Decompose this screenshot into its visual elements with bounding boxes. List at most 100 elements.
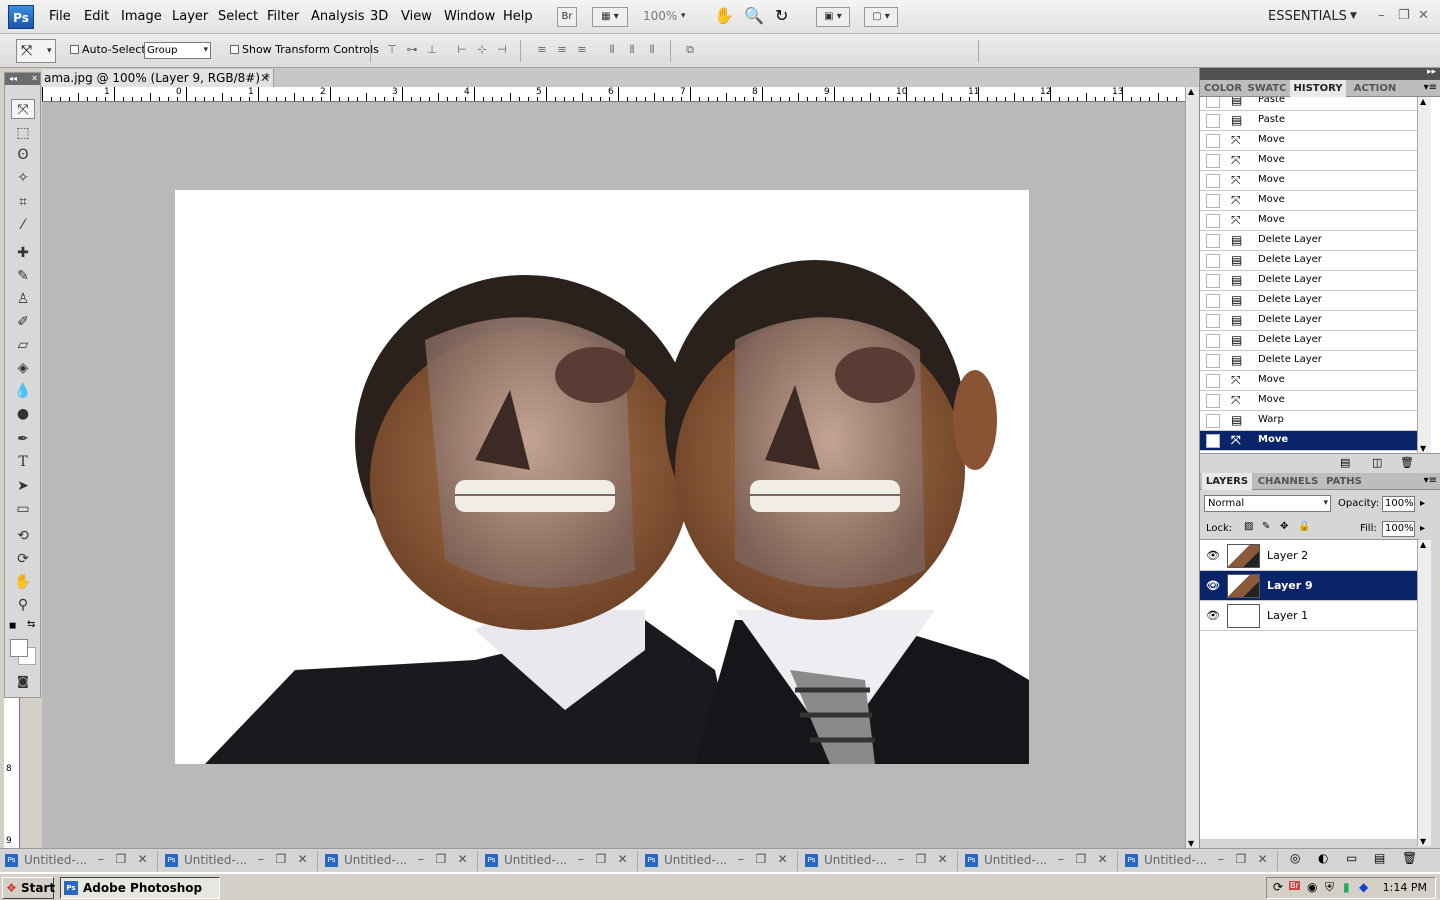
history-source-checkbox[interactable]	[1206, 434, 1220, 448]
3d-orbit-tool[interactable]: ⟳	[11, 549, 35, 569]
align-bottom-icon[interactable]: ⊥	[424, 43, 440, 57]
history-source-checkbox[interactable]	[1206, 214, 1220, 228]
document-canvas[interactable]	[175, 190, 1029, 764]
history-source-checkbox[interactable]	[1206, 334, 1220, 348]
workspace-dropdown-icon[interactable]: ▼	[1350, 11, 1357, 21]
swap-colors-icon[interactable]: ⇆	[27, 619, 35, 630]
zoom-tool[interactable]: ⚲	[11, 595, 35, 615]
distribute-hcenter-icon[interactable]: ⫴	[624, 43, 640, 57]
lasso-tool[interactable]: ʘ	[11, 145, 35, 165]
minimized-document[interactable]: Ps Untitled-... – ❐ ✕	[962, 851, 1118, 871]
history-source-checkbox[interactable]	[1206, 274, 1220, 288]
align-hcenter-icon[interactable]: ⊹	[474, 43, 490, 57]
canvas-vertical-scrollbar[interactable]: ▲ ▼	[1185, 87, 1199, 848]
magic-wand-tool[interactable]: ✧	[11, 168, 35, 188]
align-vcenter-icon[interactable]: ⊶	[404, 43, 420, 57]
history-source-checkbox[interactable]	[1206, 97, 1220, 108]
security-tray-icon[interactable]: ▮	[1343, 880, 1350, 894]
minimized-document[interactable]: Ps Untitled-... – ❐ ✕	[1122, 851, 1278, 871]
history-item[interactable]: ▤ Delete Layer	[1200, 351, 1419, 371]
refresh-tray-icon[interactable]: ⟳	[1273, 880, 1283, 894]
eye-icon[interactable]: 👁	[1206, 609, 1220, 622]
distribute-top-icon[interactable]: ≡	[534, 43, 550, 57]
history-source-checkbox[interactable]	[1206, 394, 1220, 408]
panel-dock-header[interactable]: ▸▸	[1200, 67, 1440, 80]
blur-tool[interactable]: 💧	[11, 381, 35, 401]
document-tab[interactable]: ama.jpg @ 100% (Layer 9, RGB/8#) * ✕	[42, 69, 274, 87]
layer-row[interactable]: 👁 Layer 2	[1200, 541, 1419, 571]
tools-panel-header[interactable]: ◂◂ ✕	[5, 73, 40, 85]
minimized-document[interactable]: Ps Untitled-... – ❐ ✕	[162, 851, 318, 871]
panel-menu-icon[interactable]: ▾≡	[1424, 475, 1437, 486]
start-button[interactable]: ❖ Start	[2, 877, 55, 899]
lock-all-icon[interactable]: 🔒	[1298, 521, 1310, 532]
minimized-document[interactable]: Ps Untitled-... – ❐ ✕	[322, 851, 478, 871]
shape-tool[interactable]: ▭	[11, 499, 35, 519]
history-item[interactable]: ▤ Paste	[1200, 111, 1419, 131]
scroll-up-icon[interactable]: ▲	[1188, 87, 1194, 96]
window-controls-icon[interactable]: – ❐ ✕	[1058, 852, 1108, 866]
lock-transparency-icon[interactable]: ▨	[1244, 521, 1253, 532]
zoom-tool-icon[interactable]: 🔍	[744, 6, 764, 25]
minimized-document[interactable]: Ps Untitled-... – ❐ ✕	[482, 851, 638, 871]
distribute-bottom-icon[interactable]: ≡	[574, 43, 590, 57]
history-source-checkbox[interactable]	[1206, 314, 1220, 328]
path-selection-tool[interactable]: ➤	[11, 476, 35, 496]
zoom-dropdown-icon[interactable]: ▾	[681, 11, 686, 21]
window-controls-icon[interactable]: – ❐ ✕	[258, 852, 308, 866]
menu-image[interactable]: Image	[121, 9, 162, 24]
new-snapshot-icon[interactable]: ◫	[1372, 456, 1382, 469]
scroll-down-icon[interactable]: ▼	[1420, 444, 1426, 453]
history-item[interactable]: ▤ Delete Layer	[1200, 251, 1419, 271]
rotate-view-icon[interactable]: ↻	[775, 6, 788, 25]
window-controls-icon[interactable]: – ❐ ✕	[898, 852, 948, 866]
trash-icon[interactable]: 🗑	[1402, 851, 1417, 865]
fill-input[interactable]: 100%	[1382, 521, 1415, 537]
align-left-icon[interactable]: ⊢	[454, 43, 470, 57]
collapse-icon[interactable]: ◂◂	[9, 74, 17, 83]
arrange-documents-button[interactable]: ▣ ▾	[816, 7, 850, 27]
restore-icon[interactable]: ❐	[1398, 8, 1410, 23]
brush-tool[interactable]: ✎	[11, 266, 35, 286]
clone-stamp-tool[interactable]: ♙	[11, 289, 35, 309]
opacity-input[interactable]: 100%	[1382, 496, 1415, 512]
screen-mode-button[interactable]: ▢ ▾	[864, 7, 898, 27]
history-scrollbar[interactable]: ▲ ▼	[1417, 97, 1431, 453]
menu-edit[interactable]: Edit	[84, 9, 109, 24]
blend-mode-select[interactable]: Normal ▾	[1204, 495, 1331, 512]
opacity-slider-icon[interactable]: ▸	[1420, 498, 1425, 509]
history-source-checkbox[interactable]	[1206, 154, 1220, 168]
menu-help[interactable]: Help	[503, 9, 533, 24]
align-top-icon[interactable]: ⊤	[384, 43, 400, 57]
distribute-right-icon[interactable]: ⫴	[644, 43, 660, 57]
align-right-icon[interactable]: ⊣	[494, 43, 510, 57]
pen-tool[interactable]: ✒	[11, 429, 35, 449]
paint-bucket-tool[interactable]: ◈	[11, 358, 35, 378]
layers-scrollbar[interactable]: ▲ ▼	[1417, 540, 1431, 846]
menu-file[interactable]: File	[49, 9, 71, 24]
menu-filter[interactable]: Filter	[267, 9, 299, 24]
history-item[interactable]: ⤧ Move	[1200, 211, 1419, 231]
tab-color[interactable]: COLOR	[1202, 80, 1244, 97]
history-item[interactable]: ▤ Delete Layer	[1200, 331, 1419, 351]
new-layer-icon[interactable]: ▤	[1374, 851, 1385, 865]
window-controls-icon[interactable]: – ❐ ✕	[1218, 852, 1268, 866]
quick-mask-button[interactable]: ◙	[11, 671, 35, 691]
minimize-icon[interactable]: –	[1378, 8, 1385, 23]
lock-position-icon[interactable]: ✥	[1280, 521, 1288, 532]
panel-menu-icon[interactable]: ▾≡	[1424, 82, 1437, 93]
auto-select-checkbox[interactable]: Auto-Select:	[70, 43, 149, 56]
close-icon[interactable]: ✕	[31, 73, 38, 85]
tab-swatches[interactable]: SWATC	[1246, 80, 1288, 97]
window-controls-icon[interactable]: – ❐ ✕	[738, 852, 788, 866]
auto-align-layers-icon[interactable]: ⧉	[682, 43, 698, 57]
lock-pixels-icon[interactable]: ✎	[1262, 521, 1270, 532]
dodge-tool[interactable]: ●	[11, 404, 35, 424]
history-source-checkbox[interactable]	[1206, 114, 1220, 128]
history-source-checkbox[interactable]	[1206, 414, 1220, 428]
eraser-tool[interactable]: ▱	[11, 335, 35, 355]
menu-select[interactable]: Select	[218, 9, 258, 24]
layer-row[interactable]: 👁 Layer 1	[1200, 601, 1419, 631]
distribute-vcenter-icon[interactable]: ≡	[554, 43, 570, 57]
foreground-color-swatch[interactable]	[10, 639, 28, 657]
